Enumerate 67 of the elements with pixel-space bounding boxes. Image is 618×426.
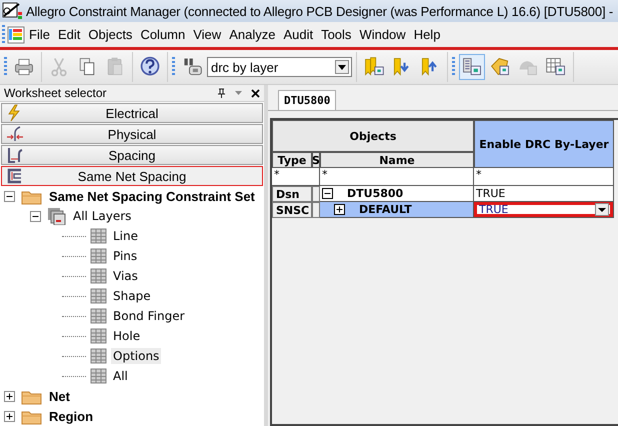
column-header: Enable DRC By-Layer <box>474 120 614 168</box>
panel-title: Worksheet selector <box>4 86 106 100</box>
tree-item[interactable]: Bond Finger <box>111 308 187 324</box>
same-net-spacing-icon <box>6 167 24 185</box>
grid-icon <box>90 307 107 325</box>
layer-dropdown[interactable]: drc by layer <box>207 57 352 77</box>
worksheet-button[interactable]: Electrical <box>1 103 263 123</box>
collapse-icon[interactable] <box>4 190 15 202</box>
name-cell: DEFAULT <box>359 203 412 216</box>
menu-item[interactable]: Help <box>410 27 444 42</box>
menu-item[interactable]: Column <box>136 27 190 42</box>
grid-icon <box>90 267 107 285</box>
grid-icon <box>90 327 107 345</box>
column-group-header: Objects <box>272 120 474 152</box>
tree-item[interactable]: Net <box>47 388 72 404</box>
filter-cell: * <box>272 168 320 186</box>
grid-icon <box>90 347 107 365</box>
filter-cell: * <box>474 168 614 186</box>
value-cell: TRUE <box>476 187 506 200</box>
window-title: Allegro Constraint Manager (connected to Allegro PCB Designer (was Performance L) 16.6) [DTU5800] - <box>26 4 614 18</box>
worksheet-button[interactable]: Spacing <box>1 145 263 165</box>
menu-item[interactable]: Audit <box>279 27 318 42</box>
tree-item[interactable]: Vias <box>111 268 140 284</box>
expand-icon[interactable] <box>4 410 15 422</box>
grid-icon <box>90 227 107 245</box>
column-header: Name <box>320 152 474 168</box>
tree-item[interactable]: All <box>111 368 130 384</box>
column-header: Type <box>272 152 312 168</box>
tree-item[interactable]: Options <box>111 348 162 364</box>
menu-item[interactable]: Objects <box>84 27 136 42</box>
app-icon <box>1 0 23 20</box>
grid-icon <box>90 247 107 265</box>
menu-item[interactable]: Window <box>355 27 410 42</box>
menu-item[interactable]: Tools <box>317 27 356 42</box>
pin-icon[interactable] <box>217 88 226 98</box>
filter-cell: * <box>320 168 474 186</box>
menu-item[interactable]: Analyze <box>225 27 280 42</box>
menu-item[interactable]: File <box>25 27 54 42</box>
type-cell: SNSC <box>272 202 312 218</box>
expand-icon[interactable] <box>334 204 345 215</box>
tree-item[interactable]: Shape <box>111 288 153 304</box>
worksheet-icon[interactable] <box>459 54 485 80</box>
tree-item[interactable]: Same Net Spacing Constraint Set <box>47 188 257 204</box>
expand-icon[interactable] <box>4 390 15 402</box>
value-dropdown[interactable]: TRUE <box>474 202 613 217</box>
name-cell: DTU5800 <box>347 187 404 200</box>
worksheet-button[interactable]: Same Net Spacing <box>1 166 263 186</box>
tree-item[interactable]: Pins <box>111 248 140 264</box>
grid-icon <box>90 367 107 385</box>
trace-spacing-icon <box>6 146 24 164</box>
column-header: S <box>312 152 320 168</box>
layers-icon <box>47 207 67 225</box>
close-icon[interactable] <box>251 88 260 98</box>
worksheet-button[interactable]: Physical <box>1 124 263 144</box>
trace-width-icon <box>6 125 24 143</box>
collapse-icon[interactable] <box>30 210 41 222</box>
type-cell: Dsn <box>272 186 312 202</box>
menu-item[interactable]: Edit <box>54 27 84 42</box>
spreadsheet-icon <box>7 24 25 44</box>
tree-item[interactable]: Line <box>111 228 140 244</box>
menu-item[interactable]: View <box>189 27 226 42</box>
tree-item[interactable]: All Layers <box>71 208 134 224</box>
tree-item[interactable]: Hole <box>111 328 142 344</box>
grid-icon <box>90 287 107 305</box>
worksheet-tab[interactable]: DTU5800 <box>278 90 336 110</box>
tree-item[interactable]: Region <box>47 408 96 424</box>
collapse-icon[interactable] <box>322 188 333 199</box>
